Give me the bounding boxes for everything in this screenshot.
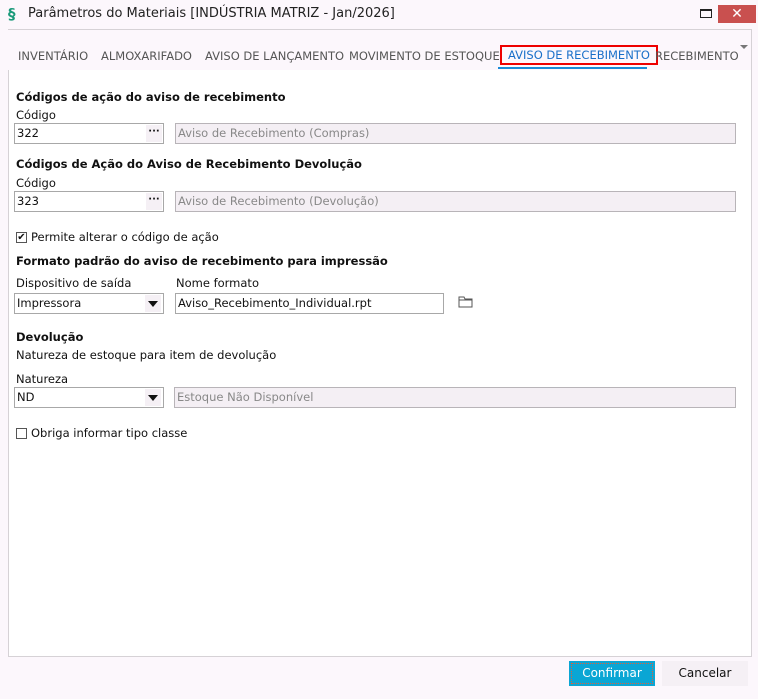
format-name-label: Nome formato	[176, 276, 259, 290]
natureza-select[interactable]: ND	[14, 387, 164, 408]
natureza-label: Natureza	[16, 372, 69, 386]
require-class-label: Obriga informar tipo classe	[31, 426, 188, 440]
confirm-button[interactable]: Confirmar	[569, 661, 655, 686]
code-value: 323	[17, 194, 39, 208]
section-title: Devolução	[16, 330, 84, 344]
tab-almoxarifado[interactable]: ALMOXARIFADO	[101, 49, 192, 63]
device-select[interactable]: Impressora	[14, 293, 164, 314]
lookup-button[interactable]: ···	[146, 193, 162, 210]
window-title: Parâmetros do Materiais [INDÚSTRIA MATRI…	[28, 6, 395, 21]
close-button[interactable]: ✕	[718, 5, 756, 23]
code-label: Código	[16, 176, 56, 190]
natureza-subtitle: Natureza de estoque para item de devoluç…	[16, 348, 277, 362]
section-title: Códigos de ação do aviso de recebimento	[16, 90, 286, 104]
app-logo-icon: §	[8, 5, 16, 23]
code-input[interactable]: 322 ···	[14, 123, 164, 144]
tab-overflow-arrow-icon[interactable]	[740, 45, 748, 49]
return-code-description: Aviso de Recebimento (Devolução)	[175, 191, 736, 212]
code-value: 322	[17, 126, 39, 140]
code-label: Código	[16, 108, 56, 122]
chevron-down-icon[interactable]	[145, 295, 161, 312]
code-description: Aviso de Recebimento (Compras)	[175, 123, 736, 144]
section-title: Códigos de Ação do Aviso de Recebimento …	[16, 157, 362, 171]
require-class-checkbox[interactable]	[16, 428, 27, 439]
return-code-input[interactable]: 323 ···	[14, 191, 164, 212]
allow-change-label: Permite alterar o código de ação	[31, 230, 219, 244]
chevron-down-icon[interactable]	[145, 389, 161, 406]
section-title: Formato padrão do aviso de recebimento p…	[16, 254, 388, 268]
tab-inventario[interactable]: INVENTÁRIO	[18, 49, 88, 63]
active-tab-indicator	[498, 67, 647, 69]
allow-change-checkbox[interactable]: ✔	[16, 232, 27, 243]
tab-recebimento[interactable]: RECEBIMENTO	[655, 49, 739, 63]
lookup-button[interactable]: ···	[146, 125, 162, 142]
tab-aviso-recebimento[interactable]: AVISO DE RECEBIMENTO	[500, 45, 658, 65]
folder-icon[interactable]	[458, 295, 474, 308]
tab-movimento-estoque[interactable]: MOVIMENTO DE ESTOQUE	[349, 49, 500, 63]
natureza-value: ND	[17, 390, 35, 404]
maximize-button[interactable]	[700, 9, 712, 18]
format-name-input[interactable]: Aviso_Recebimento_Individual.rpt	[175, 293, 444, 314]
device-label: Dispositivo de saída	[16, 276, 132, 290]
cancel-button[interactable]: Cancelar	[662, 661, 748, 686]
natureza-description: Estoque Não Disponível	[174, 387, 736, 408]
tab-aviso-lancamento[interactable]: AVISO DE LANÇAMENTO	[205, 49, 344, 63]
device-value: Impressora	[17, 296, 82, 310]
